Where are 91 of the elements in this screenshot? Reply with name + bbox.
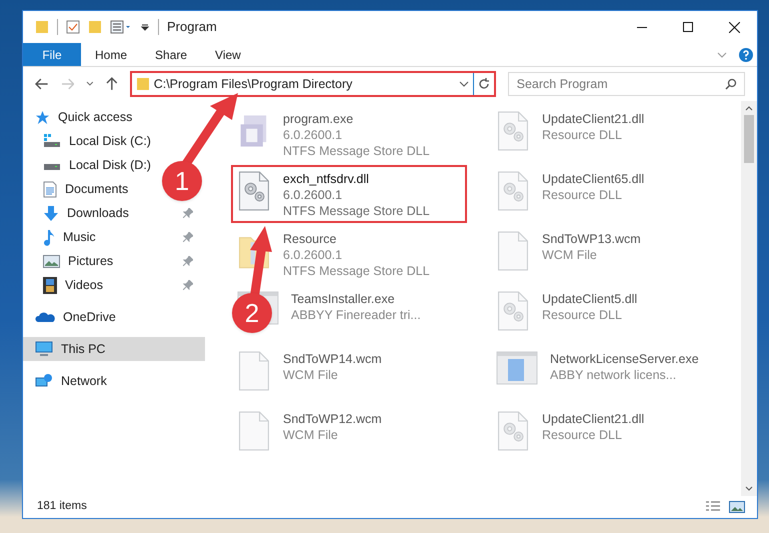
file-detail: Resource DLL <box>542 307 623 323</box>
file-detail: Resource DLL <box>542 127 623 143</box>
sidebar-item[interactable]: Music <box>23 225 205 249</box>
file-icon <box>237 411 271 451</box>
address-bar[interactable]: C:\Program Files\Program Directory <box>130 71 496 97</box>
picture-icon <box>43 254 60 268</box>
address-path: C:\Program Files\Program Directory <box>154 76 352 93</box>
file-name[interactable]: UpdateClient21.dll <box>542 111 644 127</box>
file-name[interactable]: UpdateClient5.dll <box>542 291 638 307</box>
back-arrow-icon[interactable] <box>35 78 49 90</box>
refresh-icon[interactable] <box>478 78 490 90</box>
file-detail: NTFS Message Store DLL <box>283 203 430 219</box>
file-icon <box>496 231 530 271</box>
sidebar-item[interactable]: Quick access <box>23 105 205 129</box>
file-name[interactable]: SndToWP14.wcm <box>283 351 382 367</box>
sidebar-item[interactable]: Network <box>23 369 205 393</box>
settings-file-icon <box>496 111 530 151</box>
chevron-down-icon[interactable] <box>745 486 753 492</box>
ribbon-tab[interactable]: View <box>201 43 255 66</box>
file-detail: WCM File <box>542 247 598 263</box>
music-note-icon <box>43 228 55 246</box>
ribbon-tab[interactable]: Home <box>81 43 142 66</box>
window-title: Program <box>167 18 217 36</box>
drive-icon <box>43 134 61 148</box>
sidebar-item[interactable]: Documents <box>23 177 132 201</box>
chevron-up-icon[interactable] <box>745 105 753 111</box>
pin-icon[interactable] <box>183 280 193 290</box>
scrollbar[interactable] <box>741 101 757 496</box>
download-arrow-icon <box>43 204 59 222</box>
file-detail: 6.0.2600.1 <box>283 187 344 203</box>
file-detail: ABBY network licens... <box>550 367 678 383</box>
folder-icon <box>136 77 150 91</box>
file-name[interactable]: SndToWP13.wcm <box>542 231 641 247</box>
file-name[interactable]: SndToWP12.wcm <box>283 411 382 427</box>
cloud-icon <box>35 311 55 323</box>
file-name[interactable]: UpdateClient21.dll <box>542 411 644 427</box>
settings-file-icon <box>237 171 271 211</box>
close-icon <box>728 22 740 32</box>
sidebar-item[interactable]: Videos <box>23 273 205 297</box>
file-name[interactable]: Resource <box>283 231 430 247</box>
application-window-icon <box>496 351 538 385</box>
file-name[interactable]: UpdateClient65.dll <box>542 171 644 187</box>
pin-icon[interactable] <box>183 232 193 242</box>
file-detail: NTFS Message Store DLL <box>283 263 430 279</box>
ribbon-tab[interactable]: File <box>23 43 81 66</box>
sidebar-item[interactable]: Local Disk (C:) <box>23 129 155 153</box>
thumbnail-view-icon[interactable] <box>729 501 745 513</box>
file-detail: 6.0.2600.1 <box>283 247 344 263</box>
file-detail: NTFS Message Store DLL <box>283 143 430 159</box>
star-icon <box>35 110 50 124</box>
chevron-down-icon[interactable] <box>86 81 94 87</box>
search-icon <box>725 78 738 90</box>
file-detail: ABBYY Finereader tri... <box>291 307 421 323</box>
scrollbar-thumb[interactable] <box>744 115 754 163</box>
file-detail: Resource DLL <box>542 427 623 443</box>
chevron-down-icon[interactable] <box>458 81 469 87</box>
ribbon-tab[interactable]: Share <box>141 43 202 66</box>
file-name[interactable]: exch_ntfsdrv.dll <box>283 171 430 187</box>
film-icon <box>43 276 57 294</box>
file-name[interactable]: TeamsInstaller.exe <box>291 291 421 307</box>
sidebar-item[interactable]: This PC <box>23 337 205 361</box>
network-icon <box>35 373 53 389</box>
sidebar-item[interactable]: Local Disk (D:) <box>23 153 155 177</box>
computer-icon <box>35 341 53 357</box>
file-detail: Resource DLL <box>542 187 623 203</box>
sidebar-item[interactable]: OneDrive <box>23 305 205 329</box>
settings-file-icon <box>496 411 530 451</box>
up-arrow-icon[interactable] <box>106 77 118 91</box>
file-detail: 6.0.2600.1 <box>283 127 344 143</box>
file-name[interactable]: program.exe <box>283 111 430 127</box>
properties-icon[interactable] <box>110 20 132 34</box>
file-name[interactable]: NetworkLicenseServer.exe <box>550 351 699 367</box>
sidebar-item[interactable]: Pictures <box>23 249 205 273</box>
document-icon <box>43 180 57 198</box>
file-icon <box>237 351 271 391</box>
settings-file-icon <box>496 291 530 331</box>
file-detail: WCM File <box>283 367 339 383</box>
file-detail: WCM File <box>283 427 339 443</box>
dropdown-icon[interactable] <box>140 22 150 32</box>
folder-icon <box>35 20 49 34</box>
pin-icon[interactable] <box>183 208 193 218</box>
details-view-icon[interactable] <box>705 501 721 513</box>
minimize-icon <box>637 26 647 28</box>
pin-icon[interactable] <box>183 256 193 266</box>
help-icon[interactable] <box>739 48 753 62</box>
search-field[interactable]: Search Program <box>508 72 746 96</box>
item-count: 181 items <box>37 499 87 514</box>
maximize-icon <box>683 22 693 32</box>
checklist-icon[interactable] <box>66 20 80 34</box>
sidebar-item[interactable]: Downloads <box>23 201 205 225</box>
settings-file-icon <box>496 171 530 211</box>
